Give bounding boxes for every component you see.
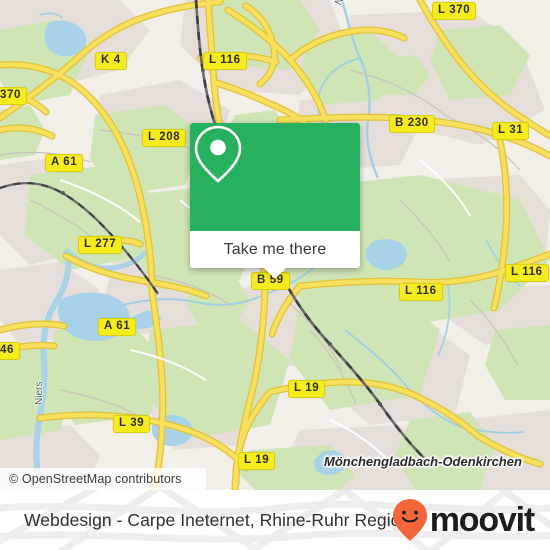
road-shield: B 230	[389, 115, 435, 133]
moovit-smiley-pin-icon	[392, 499, 427, 541]
moovit-map-screenshot: L 370 K 4L 116 370 B 230 L 208 L 31 A 61 L 277 B…	[0, 0, 550, 550]
road-shield: L 116	[203, 52, 247, 70]
location-popup-card[interactable]: Take me there	[190, 123, 360, 279]
road-shield: L 19	[238, 452, 276, 470]
moovit-wordmark: moovit	[429, 501, 535, 539]
road-shield: L 116	[399, 283, 443, 301]
popup-image-area	[190, 123, 360, 231]
take-me-there-label: Take me there	[223, 240, 327, 258]
osm-attribution[interactable]: © OpenStreetMap contributors	[0, 468, 206, 490]
map-pin-icon	[194, 125, 242, 183]
road-shield: L 19	[288, 380, 326, 398]
footer-bar: Webdesign - Carpe Ineternet, Rhine-Ruhr …	[0, 490, 550, 550]
road-shield: A 61	[45, 154, 84, 172]
map-canvas[interactable]: L 370 K 4L 116 370 B 230 L 208 L 31 A 61 L 277 B…	[0, 0, 550, 490]
road-shield: K 4	[95, 52, 127, 70]
road-shield: L 31	[492, 122, 530, 140]
popup-pointer-arrow	[263, 267, 287, 279]
place-label: Mönchengladbach-Odenkirchen	[324, 454, 522, 469]
road-shield: L 39	[113, 415, 151, 433]
road-shield: A 61	[98, 318, 137, 336]
road-shield: L 208	[142, 129, 187, 147]
take-me-there-button[interactable]: Take me there	[190, 231, 360, 268]
page-title: Webdesign - Carpe Ineternet, Rhine-Ruhr …	[24, 509, 411, 530]
road-shield: L 370	[432, 2, 477, 20]
water-label: Niers	[34, 381, 45, 405]
road-shield: L 277	[78, 236, 123, 254]
moovit-logo[interactable]: moovit	[391, 498, 535, 542]
osm-attribution-text: © OpenStreetMap contributors	[9, 472, 182, 486]
road-shield: 46	[0, 342, 20, 360]
road-shield: 370	[0, 87, 27, 105]
road-shield: L 116	[505, 264, 549, 282]
